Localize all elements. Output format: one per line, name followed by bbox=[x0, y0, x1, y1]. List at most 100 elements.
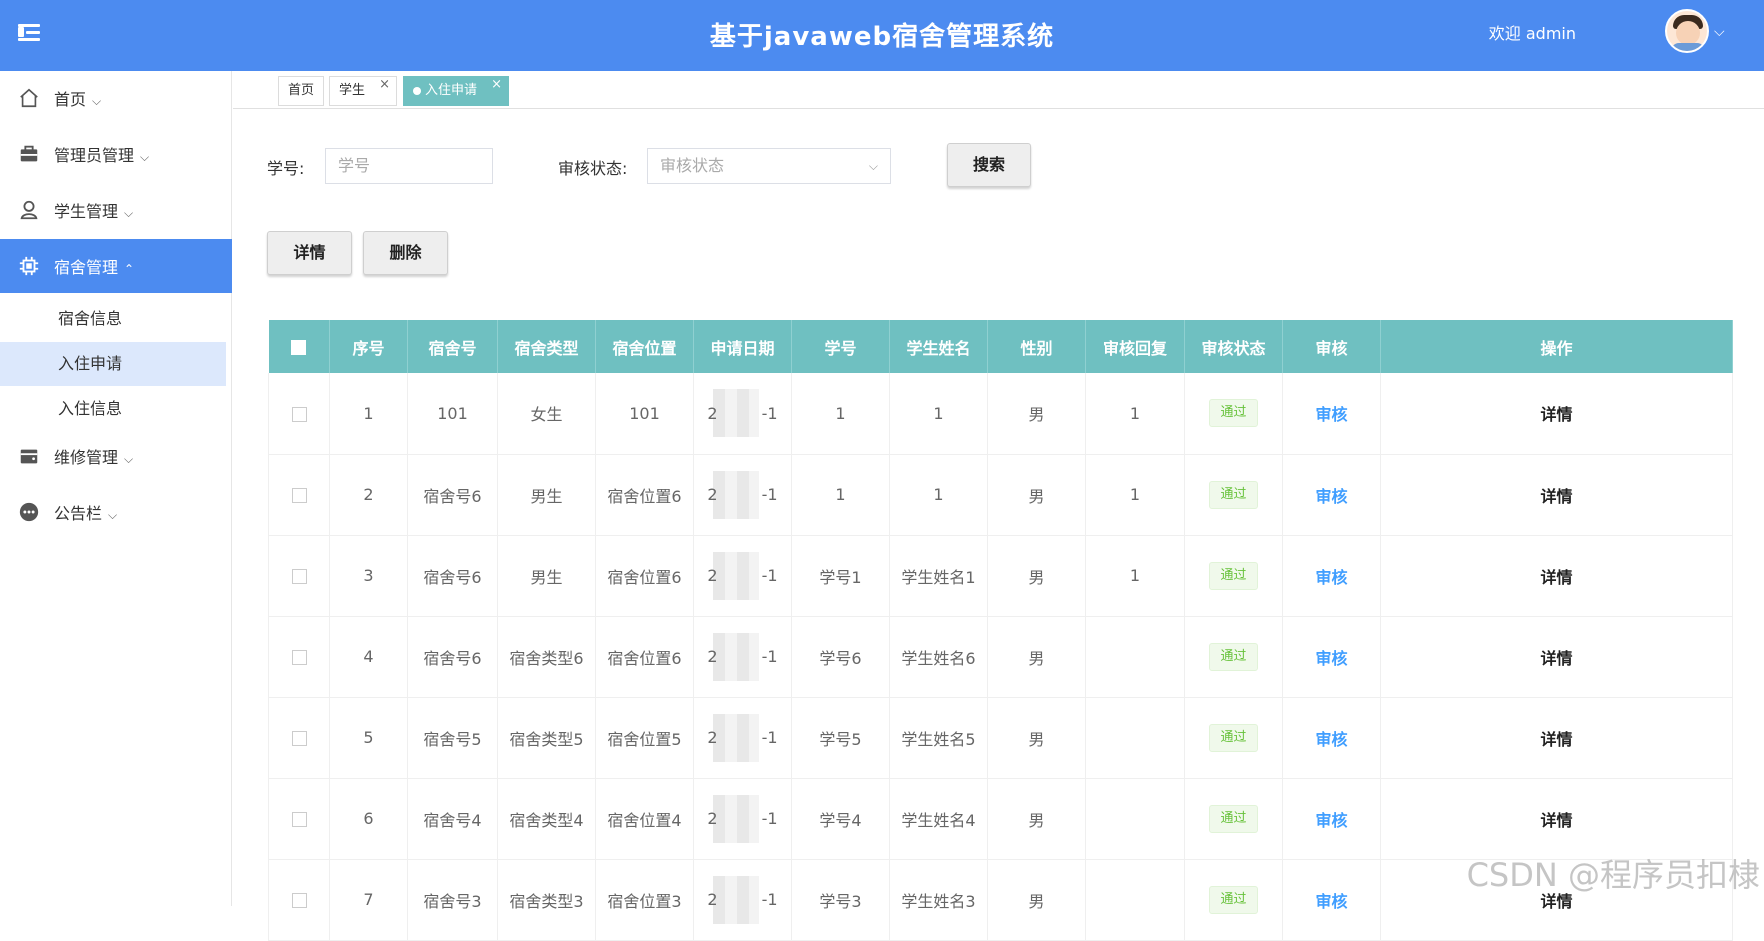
column-header: 审核状态 bbox=[1185, 320, 1283, 373]
row-detail-link[interactable]: 详情 bbox=[1540, 730, 1572, 749]
chevron-down-icon[interactable]: ⌵ bbox=[1714, 24, 1725, 40]
chevron-down-icon: ⌵ bbox=[124, 452, 133, 466]
cell-type: 宿舍类型4 bbox=[498, 778, 596, 859]
date-prefix: 2 bbox=[707, 404, 717, 423]
sidebar-item-repair[interactable]: 维修管理⌵ bbox=[0, 429, 232, 483]
row-checkbox[interactable] bbox=[269, 454, 330, 535]
tab-label: 学生 bbox=[339, 83, 365, 98]
sidebar-item-students[interactable]: 学生管理⌵ bbox=[0, 183, 232, 237]
cell-operation: 详情 bbox=[1381, 616, 1733, 697]
cell-status: 通过 bbox=[1185, 697, 1283, 778]
close-icon[interactable]: × bbox=[491, 71, 502, 99]
close-icon[interactable]: × bbox=[379, 71, 390, 99]
audit-link[interactable]: 审核 bbox=[1315, 730, 1347, 749]
sidebar-item-admin[interactable]: 管理员管理⌵ bbox=[0, 127, 232, 181]
cell-no: 3 bbox=[330, 535, 408, 616]
cell-apply-date: 2-1 bbox=[694, 859, 792, 940]
row-checkbox[interactable] bbox=[269, 373, 330, 454]
row-detail-link[interactable]: 详情 bbox=[1540, 649, 1572, 668]
cell-apply-date: 2-1 bbox=[694, 697, 792, 778]
active-dot-icon bbox=[413, 87, 421, 95]
search-button[interactable]: 搜索 bbox=[947, 143, 1031, 187]
top-header: 基于javaweb宿舍管理系统 欢迎 admin ⌵ bbox=[0, 0, 1764, 71]
sidebar-subitem-checkin-apply[interactable]: 入住申请 bbox=[0, 342, 226, 386]
tab-home[interactable]: 首页 bbox=[278, 76, 324, 106]
date-prefix: 2 bbox=[707, 647, 717, 666]
sidebar-subitem-dorm-info[interactable]: 宿舍信息 bbox=[0, 297, 226, 341]
select-all-checkbox[interactable] bbox=[269, 320, 330, 373]
table-row[interactable]: 3宿舍号6男生宿舍位置62-1学号1学生姓名1男1通过审核详情 bbox=[269, 535, 1733, 616]
sidebar: 首页⌵ 管理员管理⌵ 学生管理⌵ 宿舍管理⌃ 宿舍信息 入住申请 入住信息 维修… bbox=[0, 71, 232, 906]
cell-operation: 详情 bbox=[1381, 697, 1733, 778]
detail-button[interactable]: 详情 bbox=[267, 231, 352, 275]
cell-audit: 审核 bbox=[1283, 778, 1381, 859]
chevron-down-icon: ⌵ bbox=[124, 206, 133, 220]
cell-room: 宿舍号5 bbox=[408, 697, 498, 778]
cell-operation: 详情 bbox=[1381, 454, 1733, 535]
sidebar-item-notice[interactable]: 公告栏⌵ bbox=[0, 485, 232, 539]
status-badge: 通过 bbox=[1209, 724, 1257, 752]
row-detail-link[interactable]: 详情 bbox=[1540, 405, 1572, 424]
student-no-input[interactable]: 学号 bbox=[325, 148, 493, 184]
date-prefix: 2 bbox=[707, 809, 717, 828]
column-header: 宿舍号 bbox=[408, 320, 498, 373]
chevron-down-icon: ⌵ bbox=[869, 149, 878, 183]
cell-operation: 详情 bbox=[1381, 373, 1733, 454]
table-row[interactable]: 4宿舍号6宿舍类型6宿舍位置62-1学号6学生姓名6男通过审核详情 bbox=[269, 616, 1733, 697]
cell-room: 宿舍号6 bbox=[408, 616, 498, 697]
cell-status: 通过 bbox=[1185, 535, 1283, 616]
watermark: CSDN @程序员扣棣 bbox=[1467, 850, 1760, 896]
cell-no: 6 bbox=[330, 778, 408, 859]
wallet-icon bbox=[18, 445, 40, 467]
column-header: 操作 bbox=[1381, 320, 1733, 373]
cell-audit: 审核 bbox=[1283, 373, 1381, 454]
cell-reply bbox=[1086, 616, 1185, 697]
row-checkbox[interactable] bbox=[269, 697, 330, 778]
cell-no: 2 bbox=[330, 454, 408, 535]
status-select[interactable]: 审核状态 ⌵ bbox=[647, 148, 891, 184]
row-checkbox[interactable] bbox=[269, 535, 330, 616]
cell-type: 宿舍类型5 bbox=[498, 697, 596, 778]
table-row[interactable]: 6宿舍号4宿舍类型4宿舍位置42-1学号4学生姓名4男通过审核详情 bbox=[269, 778, 1733, 859]
row-detail-link[interactable]: 详情 bbox=[1540, 487, 1572, 506]
audit-link[interactable]: 审核 bbox=[1315, 487, 1347, 506]
row-checkbox[interactable] bbox=[269, 778, 330, 859]
table-row[interactable]: 2宿舍号6男生宿舍位置62-111男1通过审核详情 bbox=[269, 454, 1733, 535]
avatar[interactable] bbox=[1665, 9, 1709, 53]
row-checkbox[interactable] bbox=[269, 859, 330, 940]
status-badge: 通过 bbox=[1209, 805, 1257, 833]
redacted-date bbox=[713, 633, 759, 681]
cell-type: 男生 bbox=[498, 535, 596, 616]
cell-type: 女生 bbox=[498, 373, 596, 454]
cell-gender: 男 bbox=[988, 454, 1086, 535]
tab-student[interactable]: 学生× bbox=[329, 76, 397, 106]
row-detail-link[interactable]: 详情 bbox=[1540, 811, 1572, 830]
cell-student-name: 学生姓名4 bbox=[890, 778, 988, 859]
cell-reply: 1 bbox=[1086, 454, 1185, 535]
delete-button[interactable]: 删除 bbox=[363, 231, 448, 275]
audit-link[interactable]: 审核 bbox=[1315, 811, 1347, 830]
row-detail-link[interactable]: 详情 bbox=[1540, 568, 1572, 587]
column-header: 学生姓名 bbox=[890, 320, 988, 373]
cell-student-no: 学号6 bbox=[792, 616, 890, 697]
tab-label: 首页 bbox=[288, 83, 314, 98]
audit-link[interactable]: 审核 bbox=[1315, 649, 1347, 668]
audit-link[interactable]: 审核 bbox=[1315, 405, 1347, 424]
sidebar-subitem-checkin-info[interactable]: 入住信息 bbox=[0, 387, 226, 431]
sidebar-item-home[interactable]: 首页⌵ bbox=[0, 71, 232, 125]
cell-location: 宿舍位置6 bbox=[596, 535, 694, 616]
cell-no: 4 bbox=[330, 616, 408, 697]
row-checkbox[interactable] bbox=[269, 616, 330, 697]
sidebar-item-dorm[interactable]: 宿舍管理⌃ bbox=[0, 239, 232, 293]
column-header: 宿舍位置 bbox=[596, 320, 694, 373]
tab-checkin-apply[interactable]: 入住申请× bbox=[403, 76, 509, 106]
cell-no: 5 bbox=[330, 697, 408, 778]
cell-status: 通过 bbox=[1185, 616, 1283, 697]
date-suffix: -1 bbox=[762, 647, 778, 666]
status-badge: 通过 bbox=[1209, 399, 1257, 427]
table-row[interactable]: 5宿舍号5宿舍类型5宿舍位置52-1学号5学生姓名5男通过审核详情 bbox=[269, 697, 1733, 778]
date-suffix: -1 bbox=[762, 404, 778, 423]
audit-link[interactable]: 审核 bbox=[1315, 892, 1347, 911]
table-row[interactable]: 1101女生1012-111男1通过审核详情 bbox=[269, 373, 1733, 454]
audit-link[interactable]: 审核 bbox=[1315, 568, 1347, 587]
